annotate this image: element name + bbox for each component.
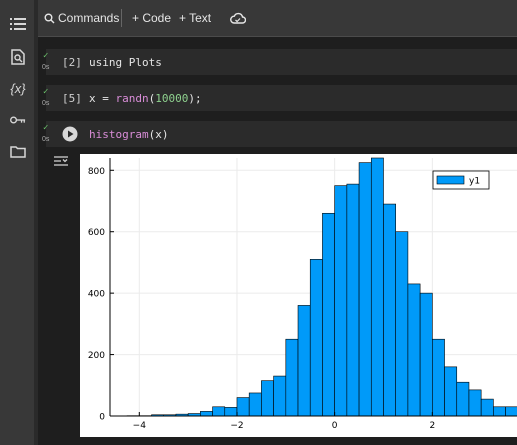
variables-icon[interactable]: {x} — [7, 80, 29, 96]
histogram-bar — [383, 203, 396, 417]
histogram-bar — [346, 183, 360, 417]
histogram-bar — [480, 398, 494, 417]
cloud-icon — [230, 12, 246, 24]
code-var: x = — [89, 92, 116, 105]
success-check-icon: ✓ — [43, 51, 49, 61]
exec-count: [2] — [62, 56, 82, 69]
histogram-bar — [309, 259, 323, 417]
code-num: 10000 — [155, 92, 189, 105]
output-toggle-icon[interactable] — [54, 155, 68, 167]
drive-sync-button[interactable] — [230, 9, 246, 27]
y-tick-label: 400 — [88, 290, 105, 300]
y-tick-label: 0 — [99, 413, 105, 423]
code-text[interactable]: using Plots — [89, 56, 162, 69]
search-icon — [44, 13, 55, 23]
histogram-bar — [370, 157, 384, 417]
y-tick-label: 800 — [88, 167, 105, 177]
histogram-bar — [236, 397, 250, 417]
code-text[interactable]: histogram(x) — [89, 128, 168, 141]
histogram-bar — [285, 338, 299, 417]
add-text-label: + Text — [179, 11, 212, 25]
histogram-bar — [505, 406, 517, 417]
code-rest: (x) — [148, 128, 169, 141]
code-cell[interactable]: ✓ 0s [2] using Plots — [42, 49, 517, 75]
histogram-bar — [224, 407, 238, 417]
success-check-icon: ✓ — [43, 123, 49, 133]
toolbar: Commands + Code + Text — [38, 0, 517, 37]
exec-time: 0s — [42, 100, 50, 107]
code-text[interactable]: x = randn(10000); — [89, 92, 202, 105]
histogram-bar — [212, 406, 226, 417]
histogram-bar — [297, 305, 311, 417]
histogram-bar — [334, 185, 348, 417]
add-code-button[interactable]: + Code — [132, 9, 171, 27]
histogram-bar — [407, 283, 421, 417]
x-tick-label: −4 — [133, 421, 147, 431]
toolbar-separator — [121, 9, 122, 27]
find-icon[interactable] — [10, 49, 26, 65]
legend-label: y1 — [469, 177, 480, 187]
left-sidebar: {x} — [0, 0, 35, 445]
commands-button[interactable]: Commands — [44, 9, 119, 27]
run-cell-icon[interactable] — [62, 126, 78, 142]
histogram-bar — [395, 231, 409, 417]
code-close: ); — [188, 92, 202, 105]
histogram-bar — [248, 392, 262, 417]
histogram-bar — [322, 212, 335, 417]
code-fn: randn — [115, 92, 149, 105]
histogram-bar — [444, 366, 458, 417]
histogram-bar — [200, 411, 213, 417]
toc-icon[interactable] — [10, 16, 26, 32]
add-text-button[interactable]: + Text — [179, 9, 211, 27]
legend-swatch — [436, 175, 465, 185]
code-cell[interactable]: ✓ 0s [5] x = randn(10000); — [42, 85, 517, 111]
x-tick-label: 0 — [332, 421, 338, 431]
x-tick-label: 2 — [429, 421, 435, 431]
secrets-icon[interactable] — [10, 112, 26, 128]
code-cell[interactable]: ✓ 0s histogram(x) — [42, 121, 517, 147]
histogram-bar — [432, 338, 445, 417]
histogram-bar — [261, 380, 274, 417]
exec-time: 0s — [42, 136, 50, 143]
exec-count: [5] — [62, 92, 82, 105]
y-tick-label: 600 — [88, 228, 105, 238]
histogram-bar — [358, 162, 372, 417]
y-tick-label: 200 — [88, 351, 105, 361]
exec-time: 0s — [42, 64, 50, 71]
notebook-content: ✓ 0s [2] using Plots ✓ 0s [5] x = randn(… — [38, 37, 517, 445]
histogram-chart: 0 200 400 600 800 −4 −2 0 2 y1 — [88, 157, 517, 431]
histogram-bar — [419, 292, 433, 417]
x-tick-label: −2 — [230, 421, 243, 431]
variables-glyph: {x} — [10, 80, 26, 96]
histogram-bar — [493, 406, 506, 417]
code-fn: histogram — [89, 128, 149, 141]
success-check-icon: ✓ — [43, 87, 49, 97]
histogram-bar — [273, 375, 287, 417]
commands-label: Commands — [58, 11, 120, 25]
add-code-label: + Code — [132, 11, 172, 25]
histogram-bar — [456, 381, 470, 417]
histogram-output: 0 200 400 600 800 −4 −2 0 2 y1 — [80, 154, 517, 437]
folder-icon[interactable] — [10, 143, 26, 159]
histogram-bar — [468, 389, 482, 417]
